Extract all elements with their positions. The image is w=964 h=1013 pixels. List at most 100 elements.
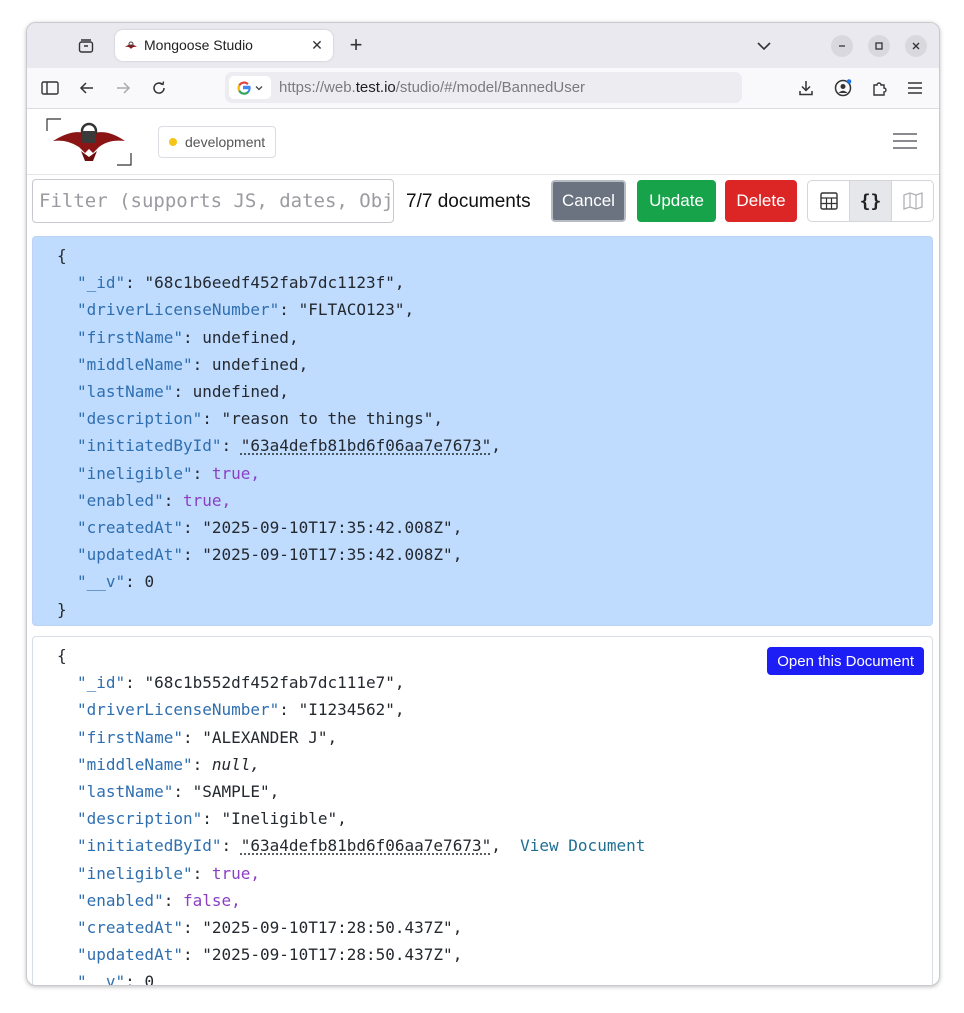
chevron-down-icon[interactable] xyxy=(755,37,773,55)
field-key: "description" xyxy=(77,409,203,428)
field-key: "ineligible" xyxy=(77,464,193,483)
delete-button[interactable]: Delete xyxy=(725,180,797,222)
environment-label: development xyxy=(185,134,266,150)
field-value: true, xyxy=(211,464,261,483)
json-braces-icon: {} xyxy=(859,190,882,212)
sidebar-toggle-icon[interactable] xyxy=(40,78,60,98)
field-row: "createdAt": "2025-09-10T17:28:50.437Z", xyxy=(77,918,463,937)
cancel-button[interactable]: Cancel xyxy=(551,180,626,222)
table-icon xyxy=(819,192,838,210)
field-row: "_id": "68c1b6eedf452fab7dc1123f", xyxy=(77,273,405,292)
field-key: "middleName" xyxy=(77,355,193,374)
field-row: "createdAt": "2025-09-10T17:35:42.008Z", xyxy=(77,518,463,537)
field-row: "_id": "68c1b552df452fab7dc111e7", xyxy=(77,673,405,692)
field-key: "_id" xyxy=(77,673,126,692)
minimize-icon[interactable] xyxy=(831,35,853,57)
field-row: "__v": 0 xyxy=(77,572,155,591)
field-row: "description": "reason to the things", xyxy=(77,409,444,428)
field-value: undefined xyxy=(211,355,299,374)
view-document-link[interactable]: View Document xyxy=(520,836,645,855)
close-icon[interactable]: ✕ xyxy=(309,37,325,53)
window-close-icon[interactable] xyxy=(905,35,927,57)
field-row: "updatedAt": "2025-09-10T17:35:42.008Z", xyxy=(77,545,463,564)
field-value: "2025-09-10T17:35:42.008Z" xyxy=(202,545,453,564)
field-value: true, xyxy=(211,864,261,883)
address-bar[interactable]: https://web.test.io/studio/#/model/Banne… xyxy=(225,72,742,103)
field-row: "driverLicenseNumber": "FLTACO123", xyxy=(77,300,415,319)
field-row: "enabled": false, xyxy=(77,891,241,910)
mongoose-favicon-icon xyxy=(124,39,138,53)
field-key: "createdAt" xyxy=(77,918,183,937)
document-card-selected[interactable]: { "_id": "68c1b6eedf452fab7dc1123f", "dr… xyxy=(32,236,933,626)
chevron-down-icon xyxy=(255,85,262,90)
account-icon[interactable] xyxy=(833,78,853,98)
field-row: "middleName": undefined, xyxy=(77,355,309,374)
field-value: undefined xyxy=(192,382,280,401)
json-view-button[interactable]: {} xyxy=(850,181,892,221)
filter-input[interactable]: Filter (supports JS, dates, ObjectIds, a… xyxy=(32,179,394,223)
actions-row: Filter (supports JS, dates, ObjectIds, a… xyxy=(27,175,939,231)
field-value: "reason to the things" xyxy=(221,409,434,428)
field-row: "driverLicenseNumber": "I1234562", xyxy=(77,700,405,719)
document-count: 7/7 documents xyxy=(406,191,531,212)
field-row: "updatedAt": "2025-09-10T17:28:50.437Z", xyxy=(77,945,463,964)
tab-mongoose-studio[interactable]: Mongoose Studio ✕ xyxy=(115,30,333,61)
field-value: "ALEXANDER J" xyxy=(202,728,328,747)
app-header: development xyxy=(27,109,939,175)
field-row: "enabled": true, xyxy=(77,491,232,510)
field-key: "initiatedById" xyxy=(77,836,222,855)
tab-groups-icon[interactable] xyxy=(75,35,97,57)
field-row: "lastName": undefined, xyxy=(77,382,289,401)
field-value: "2025-09-10T17:35:42.008Z" xyxy=(202,518,453,537)
browser-toolbar: https://web.test.io/studio/#/model/Banne… xyxy=(27,68,939,109)
new-tab-button[interactable]: + xyxy=(345,34,367,57)
map-view-button[interactable] xyxy=(892,181,933,221)
field-key: "lastName" xyxy=(77,382,174,401)
documents-list: { "_id": "68c1b6eedf452fab7dc1123f", "dr… xyxy=(27,233,939,985)
field-key: "updatedAt" xyxy=(77,545,183,564)
field-value: 0 xyxy=(144,972,155,985)
download-icon[interactable] xyxy=(796,78,816,98)
field-key: "description" xyxy=(77,809,203,828)
hamburger-menu-icon[interactable] xyxy=(893,131,917,151)
field-key: "__v" xyxy=(77,972,126,985)
json-close-brace: } xyxy=(57,600,67,619)
field-key: "middleName" xyxy=(77,755,193,774)
extensions-icon[interactable] xyxy=(869,78,889,98)
maximize-icon[interactable] xyxy=(868,35,890,57)
url-path: /studio/#/model/BannedUser xyxy=(395,79,586,96)
document-card[interactable]: Open this Document { "_id": "68c1b552df4… xyxy=(32,636,933,985)
json-open-brace: { xyxy=(57,646,67,665)
json-open-brace: { xyxy=(57,246,67,265)
field-key: "_id" xyxy=(77,273,126,292)
field-row: "firstName": undefined, xyxy=(77,328,299,347)
object-id-link[interactable]: "63a4defb81bd6f06aa7e7673" xyxy=(241,436,491,455)
field-value: false, xyxy=(182,891,241,910)
field-key: "__v" xyxy=(77,572,126,591)
field-key: "ineligible" xyxy=(77,864,193,883)
field-value: "2025-09-10T17:28:50.437Z" xyxy=(202,945,453,964)
field-row: "description": "Ineligible", xyxy=(77,809,347,828)
tab-title: Mongoose Studio xyxy=(144,37,253,53)
url-text: https://web.test.io/studio/#/model/Banne… xyxy=(279,79,585,96)
search-engine-badge[interactable] xyxy=(229,76,271,99)
reload-icon[interactable] xyxy=(149,78,169,98)
back-arrow-icon[interactable] xyxy=(77,78,97,98)
environment-badge: development xyxy=(158,126,277,158)
update-button[interactable]: Update xyxy=(637,180,716,222)
forward-arrow-icon[interactable] xyxy=(113,78,133,98)
object-id-link[interactable]: "63a4defb81bd6f06aa7e7673" xyxy=(241,836,491,855)
view-mode-toggle: {} xyxy=(807,180,934,222)
mongoose-studio-logo[interactable] xyxy=(45,117,133,167)
field-value: undefined xyxy=(202,328,289,347)
url-prefix: https://web. xyxy=(279,79,356,96)
field-key: "enabled" xyxy=(77,891,164,910)
browser-window: Mongoose Studio ✕ + https://web.test.io/… xyxy=(26,22,940,986)
menu-icon[interactable] xyxy=(905,78,925,98)
field-value: "Ineligible" xyxy=(221,809,338,828)
table-view-button[interactable] xyxy=(808,181,850,221)
map-icon xyxy=(902,192,923,210)
open-document-button[interactable]: Open this Document xyxy=(767,647,924,675)
url-host: test.io xyxy=(355,79,396,96)
field-key: "lastName" xyxy=(77,782,174,801)
